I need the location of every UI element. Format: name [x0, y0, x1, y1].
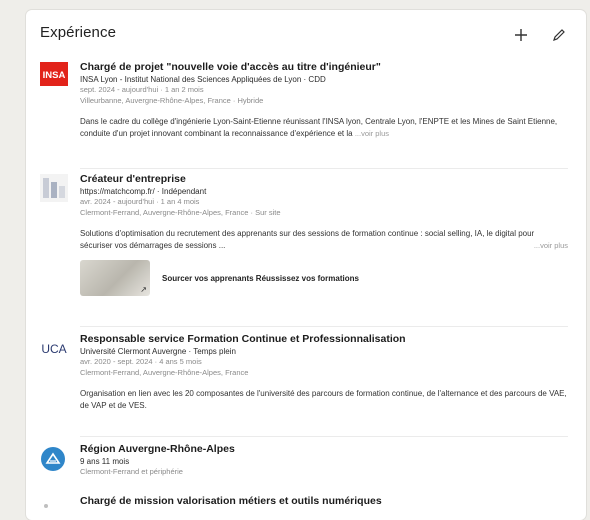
see-more-link[interactable]: ...voir plus: [355, 129, 389, 138]
external-link-icon: ↗: [140, 285, 147, 294]
uca-logo: UCA: [40, 338, 68, 366]
experience-org: INSA Lyon - Institut National des Scienc…: [80, 75, 326, 84]
experience-location: Clermont-Ferrand et périphérie: [80, 467, 183, 476]
experience-description-text: Solutions d'optimisation du recrutement …: [80, 229, 535, 250]
media-attachment[interactable]: ↗ Sourcer vos apprenants Réussissez vos …: [80, 260, 568, 296]
media-thumbnail[interactable]: ↗: [80, 260, 150, 296]
experience-description: Organisation en lien avec les 20 composa…: [80, 388, 568, 412]
experience-role: Chargé de projet "nouvelle voie d'accès …: [80, 61, 381, 73]
experience-card: Expérience INSA Chargé de projet "nouvel…: [26, 10, 586, 520]
see-more-link[interactable]: ...voir plus: [534, 240, 568, 252]
divider: [80, 326, 568, 327]
experience-org: Université Clermont Auvergne · Temps ple…: [80, 347, 236, 356]
timeline-dot: [40, 498, 68, 508]
experience-body: Responsable service Formation Continue e…: [80, 332, 568, 412]
experience-location: Clermont-Ferrand, Auvergne-Rhône-Alpes, …: [80, 207, 281, 217]
experience-subitem[interactable]: Chargé de mission valorisation métiers e…: [40, 494, 568, 514]
experience-item[interactable]: Région Auvergne-Rhône-Alpes 9 ans 11 moi…: [40, 442, 568, 492]
experience-dates: avr. 2024 - aujourd'hui · 1 an 4 mois: [80, 197, 200, 206]
experience-location: Villeurbanne, Auvergne-Rhône-Alpes, Fran…: [80, 95, 264, 105]
pencil-icon[interactable]: [548, 24, 570, 46]
experience-dates: avr. 2020 - sept. 2024 · 4 ans 5 mois: [80, 357, 202, 366]
experience-body: Chargé de projet "nouvelle voie d'accès …: [80, 60, 568, 140]
divider: [80, 436, 568, 437]
media-label[interactable]: Sourcer vos apprenants Réussissez vos fo…: [162, 274, 359, 283]
experience-item[interactable]: Créateur d'entreprise https://matchcomp.…: [40, 172, 568, 322]
experience-description-text: Dans le cadre du collège d'ingénierie Ly…: [80, 117, 558, 138]
experience-role: Région Auvergne-Rhône-Alpes: [80, 443, 235, 455]
experience-description: Dans le cadre du collège d'ingénierie Ly…: [80, 116, 568, 140]
region-logo: [40, 446, 68, 474]
experience-role: Chargé de mission valorisation métiers e…: [80, 495, 382, 507]
experience-description-text: Organisation en lien avec les 20 composa…: [80, 389, 567, 410]
experience-body: Région Auvergne-Rhône-Alpes 9 ans 11 moi…: [80, 442, 568, 478]
divider: [80, 168, 568, 169]
experience-role: Créateur d'entreprise: [80, 173, 186, 185]
insa-logo: INSA: [40, 62, 68, 90]
experience-body: Créateur d'entreprise https://matchcomp.…: [80, 172, 568, 296]
section-actions: [510, 24, 570, 46]
experience-duration: 9 ans 11 mois: [80, 457, 130, 466]
matchcomp-logo: [40, 174, 68, 202]
experience-item[interactable]: INSA Chargé de projet "nouvelle voie d'a…: [40, 60, 568, 170]
experience-body: Chargé de mission valorisation métiers e…: [80, 494, 568, 508]
experience-dates: sept. 2024 - aujourd'hui · 1 an 2 mois: [80, 85, 204, 94]
experience-role: Responsable service Formation Continue e…: [80, 333, 406, 345]
section-header: Expérience: [40, 24, 572, 54]
experience-description: Solutions d'optimisation du recrutement …: [80, 228, 568, 252]
section-title: Expérience: [40, 24, 117, 41]
experience-item[interactable]: UCA Responsable service Formation Contin…: [40, 332, 568, 432]
uca-logo-text: UCA: [41, 342, 66, 356]
experience-location: Clermont-Ferrand, Auvergne-Rhône-Alpes, …: [80, 367, 249, 377]
insa-logo-text: INSA: [43, 70, 66, 81]
plus-icon[interactable]: [510, 24, 532, 46]
experience-org: https://matchcomp.fr/ · Indépendant: [80, 187, 207, 196]
